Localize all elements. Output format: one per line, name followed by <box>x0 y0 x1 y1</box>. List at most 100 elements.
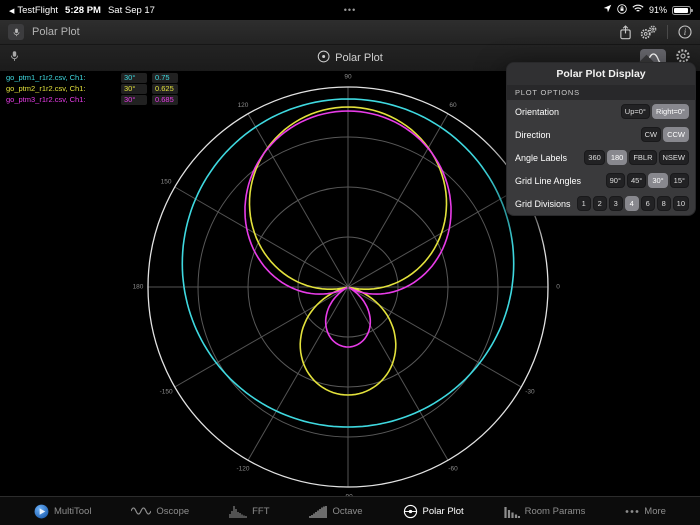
toolbar-title: Polar Plot <box>335 52 383 64</box>
legend-level-value: 0.685 <box>152 95 178 105</box>
nav-divider <box>667 25 668 39</box>
tab-label: MultiTool <box>54 506 92 517</box>
svg-text:-120: -120 <box>236 466 249 473</box>
grid-divisions-option-1[interactable]: 1 <box>577 196 591 211</box>
tab-label: Octave <box>332 506 362 517</box>
orientation-option-up-0[interactable]: Up=0° <box>621 104 650 119</box>
room-icon <box>504 505 520 518</box>
svg-text:0: 0 <box>556 284 560 291</box>
grid-divisions-option-8[interactable]: 8 <box>657 196 671 211</box>
popover-rows: Orientation Up=0°Right=0° Direction CWCCW An… <box>507 100 695 215</box>
angle-labels-option-360[interactable]: 360 <box>584 150 605 165</box>
grid-line-angles-option-15[interactable]: 15° <box>670 173 689 188</box>
nav-title: Polar Plot <box>32 26 80 38</box>
direction-option-ccw[interactable]: CCW <box>663 127 689 142</box>
battery-icon <box>672 6 691 15</box>
popover-row-label: Grid Divisions <box>515 199 571 209</box>
legend-level-value: 0.625 <box>152 84 178 94</box>
settings-gears-icon[interactable] <box>640 25 657 40</box>
tab-label: More <box>644 506 666 517</box>
legend-row-1[interactable]: go_ptm1_r1r2.csv, Ch1: 30° 0.75 <box>6 73 178 83</box>
legend-row-2[interactable]: go_ptm2_r1r2.csv, Ch1: 30° 0.625 <box>6 84 178 94</box>
tab-fft[interactable]: FFT <box>229 505 269 518</box>
record-mic-icon[interactable] <box>9 49 20 68</box>
grid-divisions-option-10[interactable]: 10 <box>673 196 689 211</box>
location-arrow-icon <box>603 4 612 16</box>
legend-angle-value: 30° <box>121 73 147 83</box>
share-icon[interactable] <box>619 25 632 40</box>
angle-labels-option-fblr[interactable]: FBLR <box>629 150 656 165</box>
status-bar: ◀ TestFlight 5:28 PM Sat Sep 17 ••• 91% <box>0 0 700 20</box>
back-chevron-icon: ◀ <box>9 7 14 15</box>
popover-row-orientation: Orientation Up=0°Right=0° <box>507 100 695 123</box>
angle-labels-option-180[interactable]: 180 <box>607 150 628 165</box>
popover-section-header: PLOT OPTIONS <box>507 85 695 100</box>
svg-text:60: 60 <box>449 102 457 109</box>
angle-labels-option-nsew[interactable]: NSEW <box>659 150 690 165</box>
back-app-label: TestFlight <box>17 5 58 16</box>
wifi-icon <box>632 4 644 16</box>
popover-row-grid-line-angles: Grid Line Angles90°45°30°15° <box>507 169 695 192</box>
input-source-mic-icon[interactable] <box>8 24 24 40</box>
back-to-testflight-button[interactable]: ◀ TestFlight <box>9 5 58 16</box>
multitool-icon <box>34 504 49 519</box>
grid-divisions-option-4[interactable]: 4 <box>625 196 639 211</box>
polar-plot-icon <box>317 50 330 66</box>
status-date: Sat Sep 17 <box>108 5 155 16</box>
legend-angle-value: 30° <box>121 95 147 105</box>
popover-row-direction: Direction CWCCW <box>507 123 695 146</box>
multitasking-indicator[interactable]: ••• <box>344 5 356 15</box>
status-left: ◀ TestFlight 5:28 PM Sat Sep 17 <box>9 5 155 16</box>
tab-room-params[interactable]: Room Params <box>504 505 586 518</box>
grid-divisions-segmented-control: 12346810 <box>577 196 689 211</box>
orientation-option-right-0[interactable]: Right=0° <box>652 104 689 119</box>
nav-bar: Polar Plot i <box>0 20 700 45</box>
polar-icon <box>403 504 418 519</box>
tab-octave[interactable]: Octave <box>309 505 362 518</box>
legend-row-3[interactable]: go_ptm3_r1r2.csv, Ch1: 30° 0.685 <box>6 95 178 105</box>
tab-oscope[interactable]: Oscope <box>131 505 189 517</box>
oscope-icon <box>131 505 151 517</box>
tab-multitool[interactable]: MultiTool <box>34 504 92 519</box>
svg-text:-60: -60 <box>448 466 458 473</box>
legend-series-name: go_ptm2_r1r2.csv, Ch1: <box>6 84 116 94</box>
grid-divisions-option-6[interactable]: 6 <box>641 196 655 211</box>
legend-angle-value: 30° <box>121 84 147 94</box>
angle-labels-segmented-control: 360180FBLRNSEW <box>584 150 689 165</box>
screen: ◀ TestFlight 5:28 PM Sat Sep 17 ••• 91% … <box>0 0 700 525</box>
legend-series-name: go_ptm3_r1r2.csv, Ch1: <box>6 95 116 105</box>
svg-text:90: 90 <box>344 74 352 81</box>
popover-row-grid-divisions: Grid Divisions 12346810 <box>507 192 695 215</box>
grid-line-angles-option-30[interactable]: 30° <box>648 173 667 188</box>
svg-text:180: 180 <box>133 284 144 291</box>
popover-row-label: Direction <box>515 130 551 140</box>
fft-icon <box>229 505 247 518</box>
tab-bar: MultiTool Oscope FFT Octave Polar Plot Room P… <box>0 496 700 525</box>
tab-more[interactable]: More <box>625 506 666 517</box>
legend-level-value: 0.75 <box>152 73 178 83</box>
popover-row-label: Orientation <box>515 107 559 117</box>
toolbar-title-group: Polar Plot <box>317 50 383 66</box>
svg-text:150: 150 <box>161 179 172 186</box>
popover-title: Polar Plot Display <box>507 63 695 85</box>
tab-label: FFT <box>252 506 269 517</box>
grid-line-angles-option-45[interactable]: 45° <box>627 173 646 188</box>
svg-text:-30: -30 <box>525 389 535 396</box>
tab-label: Polar Plot <box>423 506 464 517</box>
legend-series-name: go_ptm1_r1r2.csv, Ch1: <box>6 73 116 83</box>
tab-label: Room Params <box>525 506 586 517</box>
direction-option-cw[interactable]: CW <box>641 127 662 142</box>
svg-text:120: 120 <box>238 102 249 109</box>
info-icon[interactable]: i <box>678 25 692 39</box>
grid-divisions-option-2[interactable]: 2 <box>593 196 607 211</box>
svg-text:-150: -150 <box>160 389 173 396</box>
more-icon <box>625 509 639 514</box>
tab-polar-plot[interactable]: Polar Plot <box>403 504 464 519</box>
tab-label: Oscope <box>156 506 189 517</box>
grid-line-angles-option-90[interactable]: 90° <box>606 173 625 188</box>
grid-divisions-option-3[interactable]: 3 <box>609 196 623 211</box>
grid-line-angles-segmented-control: 90°45°30°15° <box>606 173 689 188</box>
popover-row-label: Angle Labels <box>515 153 567 163</box>
popover-row-angle-labels: Angle Labels 360180FBLRNSEW <box>507 146 695 169</box>
status-indicators: 91% <box>603 4 691 17</box>
